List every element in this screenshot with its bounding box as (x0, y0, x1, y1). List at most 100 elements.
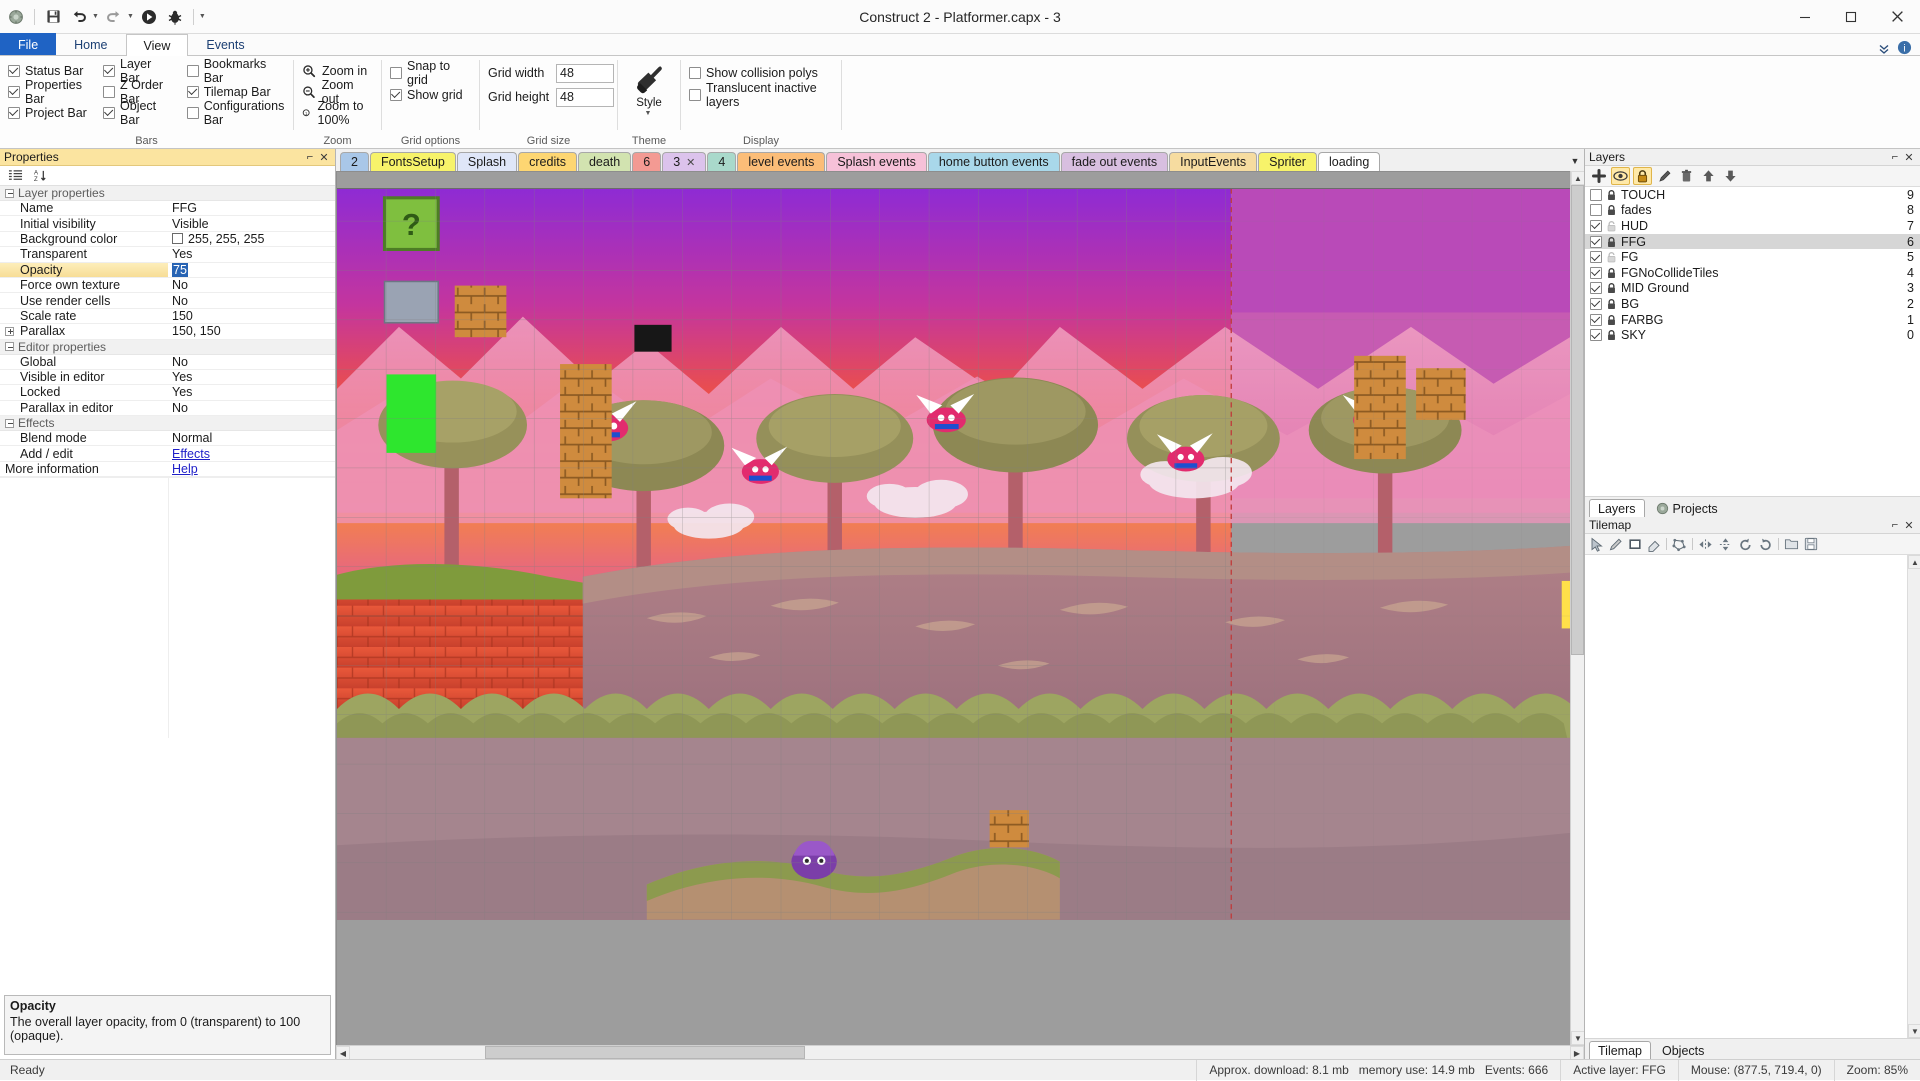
layout-tab-loading[interactable]: loading (1318, 152, 1380, 171)
visibility-checkbox[interactable] (1590, 189, 1602, 201)
checkbox-box[interactable] (390, 89, 402, 101)
checkbox-box[interactable] (390, 67, 402, 79)
checkbox-box[interactable] (689, 89, 701, 101)
checkbox-box[interactable] (187, 86, 199, 98)
layout-tab-fontssetup[interactable]: FontsSetup (370, 152, 456, 171)
save-icon[interactable] (1804, 537, 1818, 551)
visibility-checkbox[interactable] (1590, 251, 1602, 263)
checkbox-box[interactable] (8, 107, 20, 119)
grid-height-input[interactable]: 48 (556, 88, 614, 107)
visibility-checkbox[interactable] (1590, 298, 1602, 310)
move-up-icon[interactable] (1699, 167, 1718, 185)
ribbon-collapse-icon[interactable] (1877, 42, 1891, 54)
property-value[interactable]: No (168, 401, 335, 415)
layout-tab-inputevents[interactable]: InputEvents (1169, 152, 1257, 171)
button-zoom-to-100[interactable]: 1 Zoom to 100% (302, 104, 373, 121)
property-value[interactable]: Yes (168, 370, 335, 384)
layer-row-hud[interactable]: HUD 7 (1585, 218, 1920, 234)
property-row-global[interactable]: Global No (0, 355, 335, 370)
property-row-scale-rate[interactable]: Scale rate 150 (0, 309, 335, 324)
run-icon[interactable] (138, 6, 160, 28)
scroll-left-icon[interactable]: ◀ (336, 1046, 350, 1060)
layer-row-sky[interactable]: SKY 0 (1585, 327, 1920, 343)
checkbox-box[interactable] (8, 65, 20, 77)
layout-tab-credits[interactable]: credits (518, 152, 577, 171)
tilemap-tile-area[interactable]: ▲ ▼ (1585, 555, 1920, 1038)
property-row-parallax[interactable]: Parallax 150, 150 (0, 324, 335, 339)
checkbox-box[interactable] (103, 86, 115, 98)
redo-dropdown-icon[interactable]: ▼ (127, 13, 134, 20)
property-value[interactable]: Normal (168, 431, 335, 445)
checkbox-box[interactable] (103, 107, 115, 119)
checkbox-object-bar[interactable]: Object Bar (103, 104, 171, 121)
lock-icon[interactable] (1606, 282, 1617, 294)
scroll-up-icon[interactable]: ▲ (1908, 555, 1920, 569)
property-row-locked[interactable]: Locked Yes (0, 385, 335, 400)
layer-row-touch[interactable]: TOUCH 9 (1585, 187, 1920, 203)
flip-vertical-icon[interactable] (1718, 537, 1733, 552)
property-value[interactable]: Yes (168, 247, 335, 261)
close-icon[interactable]: ✕ (1902, 151, 1916, 164)
checkbox-project-bar[interactable]: Project Bar (8, 104, 87, 121)
checkbox-show-grid[interactable]: Show grid (390, 86, 463, 103)
property-row-parallax-in-editor[interactable]: Parallax in editor No (0, 401, 335, 416)
hscroll-track[interactable] (350, 1046, 1570, 1059)
dock-tab-tilemap[interactable]: Tilemap (1589, 1041, 1651, 1059)
lock-icon[interactable] (1606, 236, 1617, 248)
effects-link[interactable]: Effects (172, 447, 210, 461)
property-value[interactable]: Yes (168, 385, 335, 399)
tilemap-tileset-canvas[interactable] (1585, 555, 1907, 1038)
minimize-icon[interactable] (1782, 0, 1828, 34)
checkbox-box[interactable] (187, 107, 199, 119)
property-value[interactable]: No (168, 355, 335, 369)
visibility-checkbox[interactable] (1590, 220, 1602, 232)
cursor-icon[interactable] (1590, 537, 1604, 552)
dock-tab-layers[interactable]: Layers (1589, 499, 1645, 517)
property-row-initial-visibility[interactable]: Initial visibility Visible (0, 216, 335, 231)
button-zoom-in[interactable]: Zoom in (302, 62, 367, 79)
color-swatch[interactable] (172, 233, 183, 244)
properties-group-editor[interactable]: Editor properties (0, 340, 335, 355)
scroll-down-icon[interactable]: ▼ (1908, 1024, 1920, 1038)
undo-icon[interactable] (68, 6, 90, 28)
lock-icon[interactable] (1606, 204, 1617, 216)
property-row-blend-mode[interactable]: Blend mode Normal (0, 431, 335, 446)
tab-scroll-down-icon[interactable]: ▼ (1568, 152, 1582, 170)
ribbon-tab-file[interactable]: File (0, 33, 56, 55)
layer-row-fades[interactable]: fades 8 (1585, 203, 1920, 219)
debug-icon[interactable] (164, 6, 186, 28)
pin-icon[interactable]: ⌐ (303, 151, 317, 163)
visibility-checkbox[interactable] (1590, 314, 1602, 326)
property-value-wrap[interactable]: 75 (168, 263, 335, 277)
ribbon-tab-view[interactable]: View (126, 34, 189, 56)
app-icon[interactable] (5, 6, 27, 28)
lock-icon[interactable] (1633, 167, 1652, 185)
scroll-down-icon[interactable]: ▼ (1571, 1031, 1585, 1045)
layout-canvas[interactable]: ? (336, 171, 1570, 1045)
hscroll-thumb[interactable] (485, 1046, 805, 1059)
checkbox-show-collision-polys[interactable]: Show collision polys (689, 64, 818, 81)
visibility-checkbox[interactable] (1590, 204, 1602, 216)
rotate-cw-icon[interactable] (1758, 537, 1773, 552)
collapse-icon[interactable] (5, 419, 14, 428)
checkbox-box[interactable] (8, 86, 20, 98)
save-icon[interactable] (42, 6, 64, 28)
lock-icon[interactable] (1606, 329, 1617, 341)
layout-tab-splash-events[interactable]: Splash events (826, 152, 927, 171)
property-value[interactable]: 150, 150 (168, 324, 335, 338)
property-row-name[interactable]: Name FFG (0, 201, 335, 216)
delete-icon[interactable] (1677, 167, 1696, 185)
freeform-icon[interactable] (1672, 537, 1687, 552)
undo-dropdown-icon[interactable]: ▼ (92, 13, 99, 20)
layout-tab-death[interactable]: death (578, 152, 631, 171)
ribbon-tab-events[interactable]: Events (188, 33, 262, 55)
checkbox-layer-bar[interactable]: Layer Bar (103, 62, 171, 79)
visibility-checkbox[interactable] (1590, 282, 1602, 294)
property-row-force-own-texture[interactable]: Force own texture No (0, 278, 335, 293)
properties-group-effects[interactable]: Effects (0, 416, 335, 431)
rectangle-icon[interactable] (1628, 537, 1642, 552)
property-value[interactable]: No (168, 278, 335, 292)
property-value[interactable]: 150 (168, 309, 335, 323)
ribbon-tab-home[interactable]: Home (56, 33, 125, 55)
tilemap-vertical-scrollbar[interactable]: ▲ ▼ (1907, 555, 1920, 1038)
